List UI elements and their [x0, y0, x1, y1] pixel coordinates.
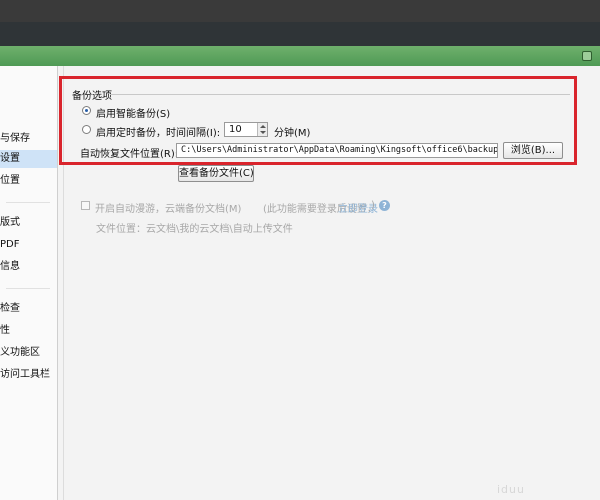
window-control-icon[interactable]	[582, 51, 592, 61]
sidebar-item-layout[interactable]: 版式	[0, 214, 57, 232]
sidebar-item-location[interactable]: 位置	[0, 172, 57, 190]
sidebar-divider	[6, 202, 50, 203]
top-dark-bar	[0, 0, 600, 22]
options-sidebar: 与保存 设置 位置 版式 PDF 信息 检查 性 义功能区 访问工具栏	[0, 66, 58, 500]
sidebar-item-backup-settings[interactable]: 设置	[0, 150, 57, 168]
cloud-file-location: 文件位置：云文档\我的云文档\自动上传文件	[96, 224, 293, 235]
sidebar-item-property[interactable]: 性	[0, 322, 57, 340]
cloud-roaming-label[interactable]: 开启自动漫游，云端备份文档(M)	[95, 200, 241, 215]
dialog-header-bar	[0, 46, 600, 66]
cloud-note-close: )	[371, 200, 375, 211]
sidebar-item-save[interactable]: 与保存	[0, 130, 57, 148]
sidebar-item-info[interactable]: 信息	[0, 258, 57, 276]
cloud-roaming-checkbox[interactable]	[81, 201, 90, 210]
sidebar-item-ribbon[interactable]: 义功能区	[0, 344, 57, 362]
sidebar-item-pdf[interactable]: PDF	[0, 236, 57, 254]
watermark: iduu	[497, 483, 525, 496]
window-titlebar	[0, 22, 600, 46]
annotation-highlight-box	[59, 76, 577, 165]
sidebar-item-check[interactable]: 检查	[0, 300, 57, 318]
sidebar-divider	[6, 288, 50, 289]
help-info-icon[interactable]: ?	[379, 200, 390, 211]
view-backup-files-button[interactable]: 查看备份文件(C)	[178, 165, 254, 182]
sidebar-item-quick-access[interactable]: 访问工具栏	[0, 366, 57, 384]
